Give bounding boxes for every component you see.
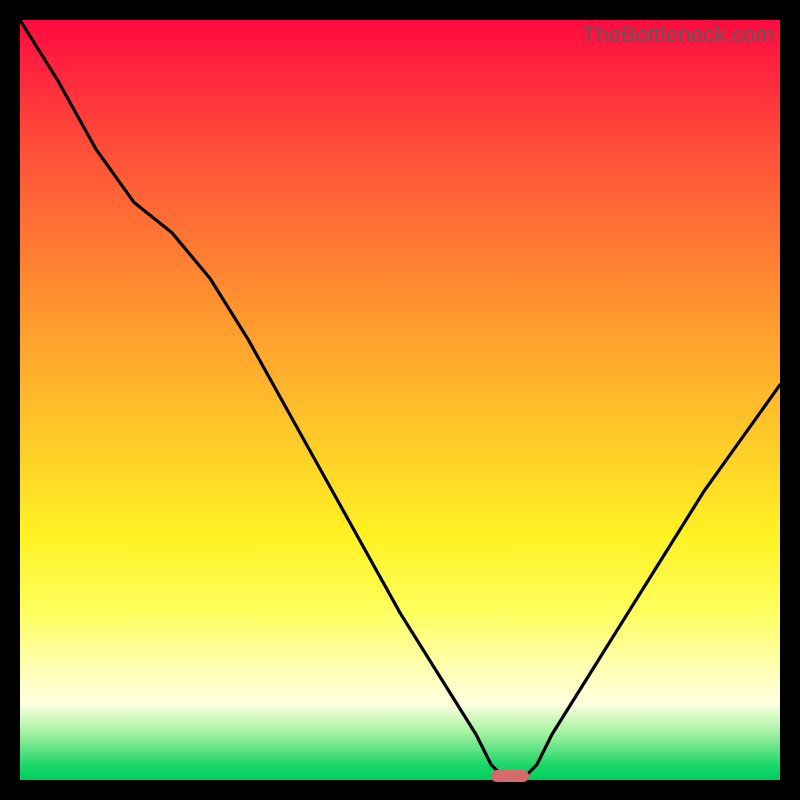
plot-area: TheBottleneck.com xyxy=(20,20,780,780)
chart-frame: TheBottleneck.com xyxy=(0,0,800,800)
bottleneck-curve xyxy=(20,20,780,780)
curve-path xyxy=(20,20,780,780)
optimum-marker xyxy=(491,770,529,782)
